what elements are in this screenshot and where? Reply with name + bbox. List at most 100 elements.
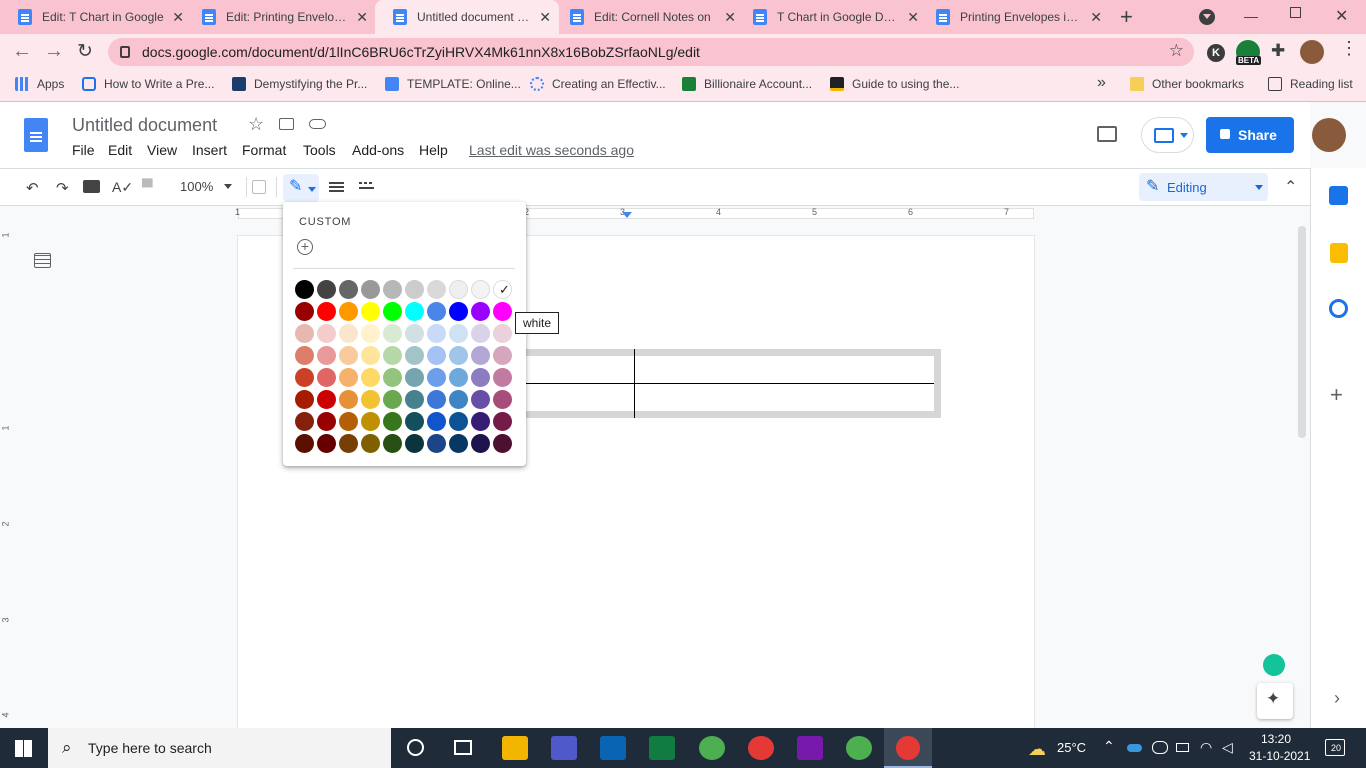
taskbar-search[interactable]: ⌕ Type here to search	[48, 728, 391, 768]
spellcheck-icon[interactable]: A✓	[112, 179, 133, 196]
tab-active[interactable]: Untitled document - Google Docs ✕	[375, 0, 559, 34]
color-swatch[interactable]	[295, 412, 314, 431]
bookmark-item[interactable]: Creating an Effectiv...	[530, 77, 666, 91]
close-icon[interactable]: ✕	[172, 9, 184, 26]
browser-menu-icon[interactable]: ⋮	[1340, 38, 1358, 59]
clock-date[interactable]: 31-10-2021	[1249, 749, 1310, 763]
file-explorer-icon[interactable]	[502, 736, 528, 760]
chevron-up-icon[interactable]: ⌃	[1284, 177, 1297, 197]
add-addon-icon[interactable]: +	[1330, 382, 1343, 408]
color-swatch[interactable]	[471, 346, 490, 365]
outlook-icon[interactable]	[600, 736, 626, 760]
tab-2[interactable]: Edit: Printing Envelopes ✕	[184, 0, 376, 34]
color-swatch[interactable]	[295, 390, 314, 409]
tasks-icon[interactable]	[1329, 299, 1348, 318]
menu-edit[interactable]: Edit	[108, 142, 132, 158]
notifications-button[interactable]: 20	[1325, 739, 1345, 756]
star-icon[interactable]: ☆	[248, 114, 264, 135]
color-swatch[interactable]	[427, 412, 446, 431]
color-swatch[interactable]	[361, 390, 380, 409]
color-swatch[interactable]	[493, 346, 512, 365]
other-bookmarks-folder[interactable]: Other bookmarks	[1130, 77, 1244, 91]
battery-icon[interactable]	[1176, 743, 1189, 752]
color-swatch[interactable]	[427, 280, 446, 299]
teams-icon[interactable]	[551, 736, 577, 760]
color-swatch[interactable]	[317, 280, 336, 299]
color-swatch[interactable]	[471, 302, 490, 321]
share-button[interactable]: Share	[1206, 117, 1294, 153]
color-swatch[interactable]	[295, 434, 314, 453]
border-width-icon[interactable]	[329, 182, 344, 184]
tab-5[interactable]: T Chart in Google Docs ✕	[735, 0, 927, 34]
color-swatch[interactable]	[383, 390, 402, 409]
color-swatch[interactable]	[493, 324, 512, 343]
active-chrome-taskbar[interactable]	[884, 728, 932, 768]
color-swatch[interactable]	[427, 302, 446, 321]
present-button[interactable]	[1141, 117, 1194, 153]
color-swatch[interactable]	[317, 390, 336, 409]
extensions-puzzle-icon[interactable]: ✚	[1271, 41, 1285, 61]
chrome-icon[interactable]	[748, 736, 774, 760]
color-swatch[interactable]	[317, 324, 336, 343]
menu-format[interactable]: Format	[242, 142, 286, 158]
close-icon[interactable]: ✕	[539, 9, 551, 26]
color-swatch[interactable]	[361, 302, 380, 321]
windows-start-icon[interactable]	[15, 740, 32, 757]
color-swatch[interactable]	[339, 390, 358, 409]
color-swatch[interactable]	[449, 434, 468, 453]
clock-time[interactable]: 13:20	[1261, 732, 1291, 746]
color-swatch[interactable]	[383, 368, 402, 387]
bookmark-item[interactable]: Guide to using the...	[830, 77, 959, 91]
volume-icon[interactable]: ◁	[1222, 739, 1233, 756]
last-edit-link[interactable]: Last edit was seconds ago	[469, 142, 634, 158]
tab-6[interactable]: Printing Envelopes in Google ✕	[918, 0, 1110, 34]
color-swatch[interactable]	[449, 412, 468, 431]
comments-icon[interactable]	[1097, 126, 1117, 142]
color-swatch[interactable]	[449, 280, 468, 299]
color-swatch[interactable]	[339, 434, 358, 453]
print-icon[interactable]	[83, 180, 100, 193]
color-swatch[interactable]	[339, 280, 358, 299]
color-swatch[interactable]	[361, 368, 380, 387]
color-swatch[interactable]	[317, 412, 336, 431]
bookmark-item[interactable]: How to Write a Pre...	[82, 77, 214, 91]
explore-button[interactable]: ✦	[1257, 683, 1293, 719]
bookmark-star-icon[interactable]: ☆	[1169, 41, 1184, 61]
task-view-icon[interactable]	[454, 740, 472, 755]
weather-temp[interactable]: 25°C	[1057, 740, 1086, 755]
tray-chevron-icon[interactable]: ⌃	[1103, 738, 1115, 755]
bookmark-item[interactable]: Demystifying the Pr...	[232, 77, 367, 91]
color-swatch[interactable]	[405, 324, 424, 343]
color-swatch[interactable]	[449, 302, 468, 321]
color-swatch[interactable]	[427, 346, 446, 365]
menu-file[interactable]: File	[72, 142, 95, 158]
color-swatch[interactable]	[295, 324, 314, 343]
color-swatch[interactable]	[493, 302, 512, 321]
color-swatch[interactable]	[427, 368, 446, 387]
onedrive-icon[interactable]	[1127, 744, 1142, 752]
color-swatch[interactable]	[493, 368, 512, 387]
grammarly-icon[interactable]	[1263, 654, 1285, 676]
color-swatch[interactable]	[405, 390, 424, 409]
color-swatch[interactable]	[339, 368, 358, 387]
color-swatch[interactable]	[405, 434, 424, 453]
color-swatch[interactable]	[471, 412, 490, 431]
menu-tools[interactable]: Tools	[303, 142, 336, 158]
color-swatch[interactable]	[383, 302, 402, 321]
menu-addons[interactable]: Add-ons	[352, 142, 404, 158]
color-swatch[interactable]	[317, 302, 336, 321]
color-swatch[interactable]	[405, 412, 424, 431]
tab-1[interactable]: Edit: T Chart in Google ✕	[0, 0, 192, 34]
weather-icon[interactable]: ☁	[1028, 739, 1046, 760]
redo-icon[interactable]: ↷	[56, 179, 69, 197]
docs-logo-icon[interactable]	[24, 118, 48, 152]
color-swatch[interactable]	[361, 346, 380, 365]
calendar-icon[interactable]	[1329, 186, 1348, 205]
editing-mode-select[interactable]: ✎ Editing	[1139, 173, 1268, 201]
indent-marker[interactable]	[622, 212, 632, 218]
zoom-select[interactable]: 100%	[180, 179, 234, 194]
color-swatch[interactable]	[317, 346, 336, 365]
color-swatch[interactable]	[383, 280, 402, 299]
color-swatch[interactable]	[383, 324, 402, 343]
color-swatch[interactable]	[493, 390, 512, 409]
